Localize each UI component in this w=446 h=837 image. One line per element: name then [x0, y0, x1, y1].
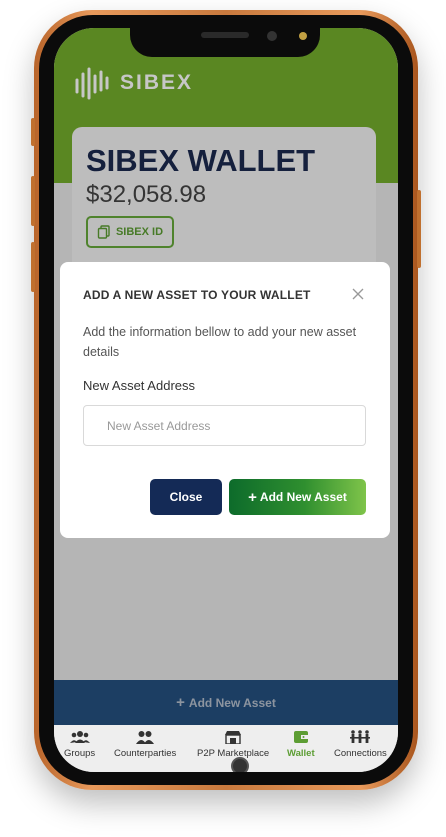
- nav-label-marketplace: P2P Marketplace: [197, 748, 270, 759]
- counterparties-icon: [136, 731, 155, 744]
- proximity-sensor: [299, 32, 307, 40]
- modal-description: Add the information bellow to add your n…: [83, 325, 357, 359]
- nav-label-groups: Groups: [64, 748, 96, 759]
- add-new-asset-button[interactable]: + Add New Asset: [229, 479, 366, 515]
- home-indicator: [231, 757, 249, 772]
- volume-down-button: [31, 242, 35, 292]
- speaker-grille: [201, 32, 249, 38]
- asset-address-input[interactable]: [83, 405, 366, 446]
- nav-item-marketplace[interactable]: P2P Marketplace: [197, 730, 269, 759]
- add-asset-modal: ADD A NEW ASSET TO YOUR WALLET Add the i…: [60, 262, 390, 538]
- close-icon[interactable]: [348, 284, 368, 304]
- marketplace-icon: [225, 731, 242, 744]
- nav-item-groups[interactable]: Groups: [64, 730, 95, 759]
- nav-label-wallet: Wallet: [287, 748, 315, 759]
- power-button: [417, 190, 421, 268]
- mute-switch: [31, 118, 35, 146]
- modal-title: ADD A NEW ASSET TO YOUR WALLET: [83, 288, 311, 302]
- nav-item-connections[interactable]: Connections: [334, 730, 387, 759]
- connections-icon: [350, 730, 371, 743]
- asset-address-label: New Asset Address: [83, 378, 195, 393]
- nav-label-connections: Connections: [334, 748, 387, 759]
- nav-item-wallet[interactable]: Wallet: [287, 730, 315, 759]
- phone-screen: SIBEX SIBEX WALLET $32,058.98 SIBEX ID +…: [54, 28, 398, 772]
- plus-icon: +: [248, 488, 257, 506]
- add-new-asset-label: Add New Asset: [259, 490, 347, 504]
- wallet-icon: [293, 731, 308, 743]
- groups-icon: [69, 731, 90, 743]
- front-camera: [267, 31, 277, 41]
- bottom-nav: Groups Counterparties P2P Marketplace Wa…: [54, 725, 398, 772]
- bottom-shade: [54, 680, 398, 725]
- volume-up-button: [31, 176, 35, 226]
- close-button[interactable]: Close: [150, 479, 222, 515]
- nav-label-counterparties: Counterparties: [114, 748, 177, 759]
- nav-item-counterparties[interactable]: Counterparties: [114, 730, 176, 759]
